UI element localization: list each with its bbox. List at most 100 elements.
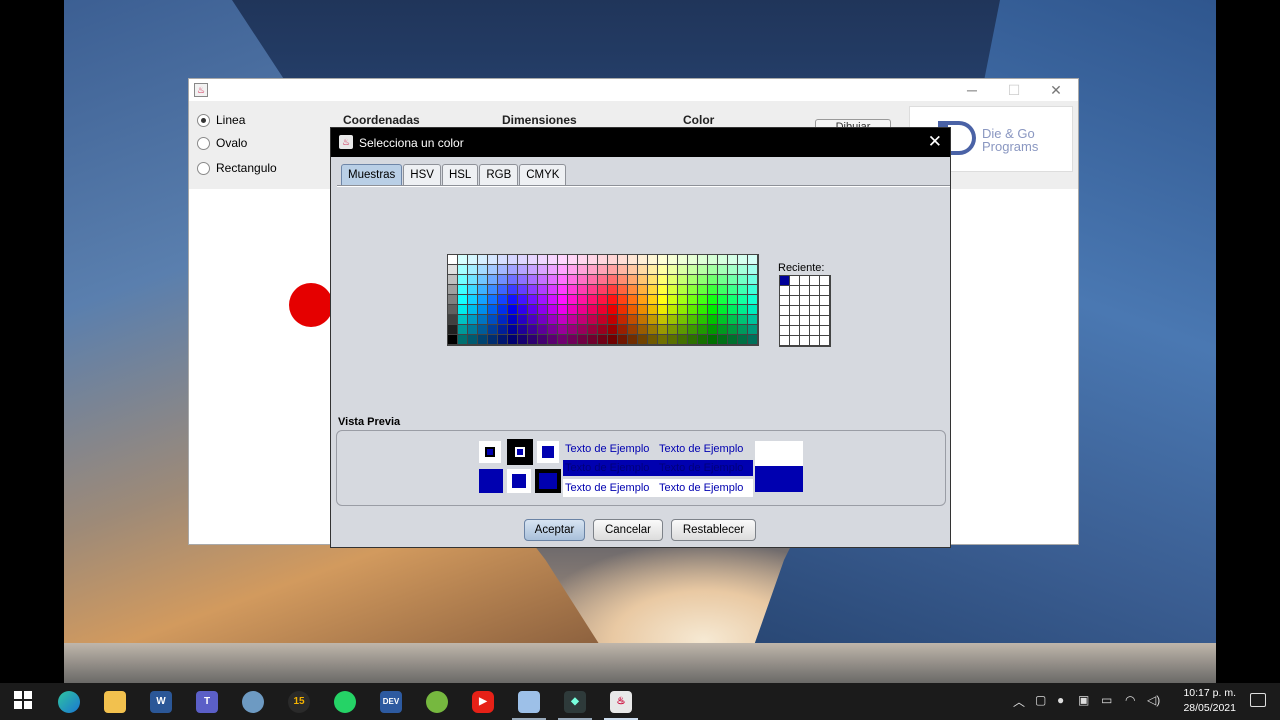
color-swatch[interactable] bbox=[618, 335, 628, 345]
recent-swatch[interactable] bbox=[810, 306, 820, 316]
color-swatch[interactable] bbox=[458, 335, 468, 345]
color-swatch[interactable] bbox=[448, 305, 458, 315]
color-swatch[interactable] bbox=[668, 285, 678, 295]
color-swatch[interactable] bbox=[458, 265, 468, 275]
color-swatch[interactable] bbox=[548, 325, 558, 335]
color-swatch[interactable] bbox=[498, 255, 508, 265]
color-swatch[interactable] bbox=[708, 285, 718, 295]
color-swatch[interactable] bbox=[708, 335, 718, 345]
color-swatch[interactable] bbox=[628, 275, 638, 285]
color-swatch[interactable] bbox=[638, 295, 648, 305]
color-swatch[interactable] bbox=[458, 255, 468, 265]
color-swatch[interactable] bbox=[518, 275, 528, 285]
color-swatch[interactable] bbox=[548, 335, 558, 345]
color-swatch[interactable] bbox=[708, 315, 718, 325]
color-swatch[interactable] bbox=[448, 325, 458, 335]
color-swatch[interactable] bbox=[528, 315, 538, 325]
tab-hsl[interactable]: HSL bbox=[441, 164, 479, 185]
color-swatch[interactable] bbox=[518, 335, 528, 345]
color-swatch[interactable] bbox=[478, 285, 488, 295]
color-swatch[interactable] bbox=[508, 265, 518, 275]
color-swatch[interactable] bbox=[588, 275, 598, 285]
color-swatch[interactable] bbox=[558, 265, 568, 275]
color-swatch[interactable] bbox=[648, 315, 658, 325]
color-swatch[interactable] bbox=[618, 255, 628, 265]
edge-icon[interactable] bbox=[58, 691, 80, 713]
color-swatch[interactable] bbox=[578, 325, 588, 335]
color-swatch[interactable] bbox=[738, 305, 748, 315]
color-swatch[interactable] bbox=[648, 325, 658, 335]
color-swatch[interactable] bbox=[668, 295, 678, 305]
wifi-icon[interactable]: ◠ bbox=[1125, 693, 1135, 707]
recent-swatch[interactable] bbox=[790, 276, 800, 286]
color-swatch[interactable] bbox=[538, 275, 548, 285]
tab-hsv[interactable]: HSV bbox=[403, 164, 441, 185]
color-swatch[interactable] bbox=[508, 255, 518, 265]
color-swatch[interactable] bbox=[558, 335, 568, 345]
color-swatch[interactable] bbox=[478, 265, 488, 275]
color-swatch[interactable] bbox=[568, 265, 578, 275]
color-swatch[interactable] bbox=[508, 285, 518, 295]
color-swatch[interactable] bbox=[468, 335, 478, 345]
color-swatch[interactable] bbox=[628, 305, 638, 315]
color-swatch[interactable] bbox=[718, 265, 728, 275]
paint-icon[interactable] bbox=[242, 691, 264, 713]
color-swatch[interactable] bbox=[478, 335, 488, 345]
color-swatch[interactable] bbox=[628, 285, 638, 295]
color-swatch[interactable] bbox=[498, 285, 508, 295]
color-swatch[interactable] bbox=[598, 255, 608, 265]
color-swatch[interactable] bbox=[708, 255, 718, 265]
color-swatch[interactable] bbox=[688, 325, 698, 335]
color-swatch[interactable] bbox=[588, 285, 598, 295]
color-swatch[interactable] bbox=[538, 325, 548, 335]
recent-swatch[interactable] bbox=[800, 316, 810, 326]
color-swatch[interactable] bbox=[688, 295, 698, 305]
color-swatch[interactable] bbox=[648, 265, 658, 275]
color-swatch[interactable] bbox=[748, 325, 758, 335]
color-swatch[interactable] bbox=[668, 335, 678, 345]
color-swatch[interactable] bbox=[498, 295, 508, 305]
color-swatch[interactable] bbox=[658, 305, 668, 315]
color-swatch[interactable] bbox=[458, 275, 468, 285]
color-swatch[interactable] bbox=[748, 335, 758, 345]
color-swatch[interactable] bbox=[678, 275, 688, 285]
color-swatch[interactable] bbox=[488, 305, 498, 315]
color-swatch[interactable] bbox=[448, 275, 458, 285]
color-swatch[interactable] bbox=[508, 335, 518, 345]
color-swatch[interactable] bbox=[658, 315, 668, 325]
color-swatch[interactable] bbox=[698, 265, 708, 275]
color-swatch[interactable] bbox=[748, 275, 758, 285]
whatsapp-icon[interactable] bbox=[334, 691, 356, 713]
color-swatch[interactable] bbox=[658, 275, 668, 285]
recent-swatch[interactable] bbox=[790, 326, 800, 336]
color-swatch[interactable] bbox=[458, 295, 468, 305]
color-swatch[interactable] bbox=[688, 285, 698, 295]
volume-icon[interactable]: ◁) bbox=[1147, 693, 1160, 707]
color-swatch[interactable] bbox=[488, 315, 498, 325]
recent-swatch[interactable] bbox=[800, 326, 810, 336]
color-swatch[interactable] bbox=[618, 285, 628, 295]
color-swatch[interactable] bbox=[618, 325, 628, 335]
color-swatch[interactable] bbox=[698, 255, 708, 265]
recent-swatch[interactable] bbox=[820, 296, 830, 306]
color-swatch[interactable] bbox=[688, 265, 698, 275]
word-icon[interactable]: W bbox=[150, 691, 172, 713]
color-swatch[interactable] bbox=[508, 305, 518, 315]
color-swatch[interactable] bbox=[548, 315, 558, 325]
color-swatch[interactable] bbox=[638, 275, 648, 285]
color-swatch[interactable] bbox=[588, 295, 598, 305]
recent-swatch-grid[interactable] bbox=[779, 275, 831, 347]
recent-swatch[interactable] bbox=[790, 306, 800, 316]
color-swatch[interactable] bbox=[598, 335, 608, 345]
color-swatch[interactable] bbox=[498, 335, 508, 345]
color-swatch[interactable] bbox=[638, 255, 648, 265]
color-swatch[interactable] bbox=[558, 325, 568, 335]
color-swatch[interactable] bbox=[488, 325, 498, 335]
color-swatch[interactable] bbox=[448, 295, 458, 305]
color-swatch[interactable] bbox=[728, 325, 738, 335]
color-swatch[interactable] bbox=[658, 295, 668, 305]
color-swatch[interactable] bbox=[728, 315, 738, 325]
color-swatch[interactable] bbox=[618, 275, 628, 285]
color-swatch[interactable] bbox=[578, 255, 588, 265]
tab-muestras[interactable]: Muestras bbox=[341, 164, 403, 185]
